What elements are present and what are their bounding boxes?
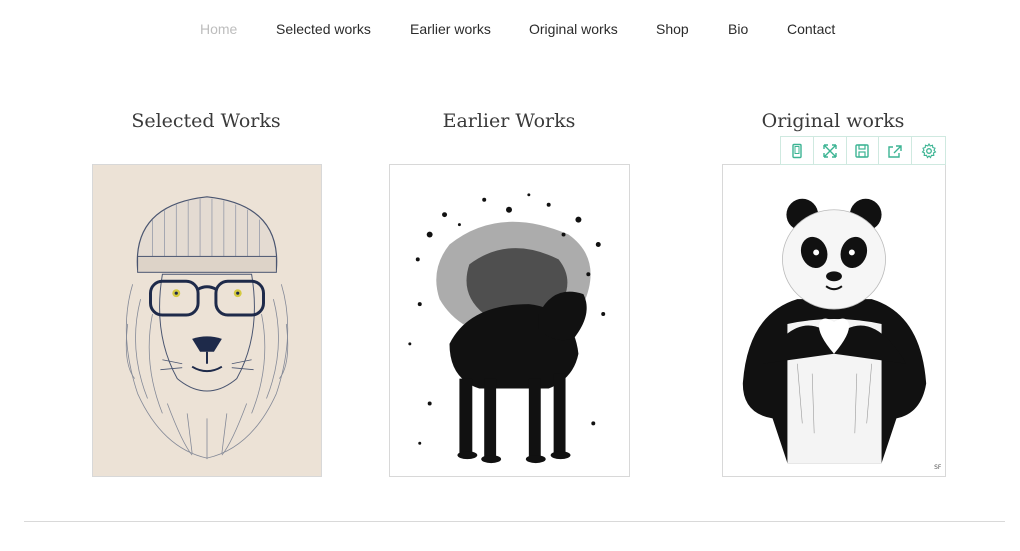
nav-earlier-works[interactable]: Earlier works [410, 18, 491, 40]
nav-home[interactable]: Home [200, 18, 237, 40]
expand-icon[interactable] [814, 137, 847, 164]
svg-text:SF: SF [934, 464, 942, 471]
nav-shop[interactable]: Shop [656, 18, 689, 40]
earlier-works-title: Earlier Works [442, 110, 576, 132]
share-icon[interactable] [879, 137, 913, 164]
nav-selected-works[interactable]: Selected works [276, 18, 371, 40]
main-navigation: Home Selected works Earlier works Origin… [0, 18, 1020, 40]
wolf-artwork-image[interactable] [389, 164, 630, 477]
nav-contact[interactable]: Contact [787, 18, 835, 40]
original-works-title: Original works [761, 110, 905, 132]
selected-works-title: Selected Works [131, 110, 281, 132]
settings-icon[interactable] [912, 137, 945, 164]
nav-bio[interactable]: Bio [728, 18, 748, 40]
nav-original-works[interactable]: Original works [529, 18, 618, 40]
save-icon[interactable] [847, 137, 880, 164]
panda-artwork-image[interactable]: SF [722, 164, 946, 477]
footer-divider [24, 521, 1005, 522]
mobile-icon[interactable] [781, 137, 814, 164]
image-toolbar [780, 136, 946, 165]
lion-artwork-image[interactable] [92, 164, 322, 477]
